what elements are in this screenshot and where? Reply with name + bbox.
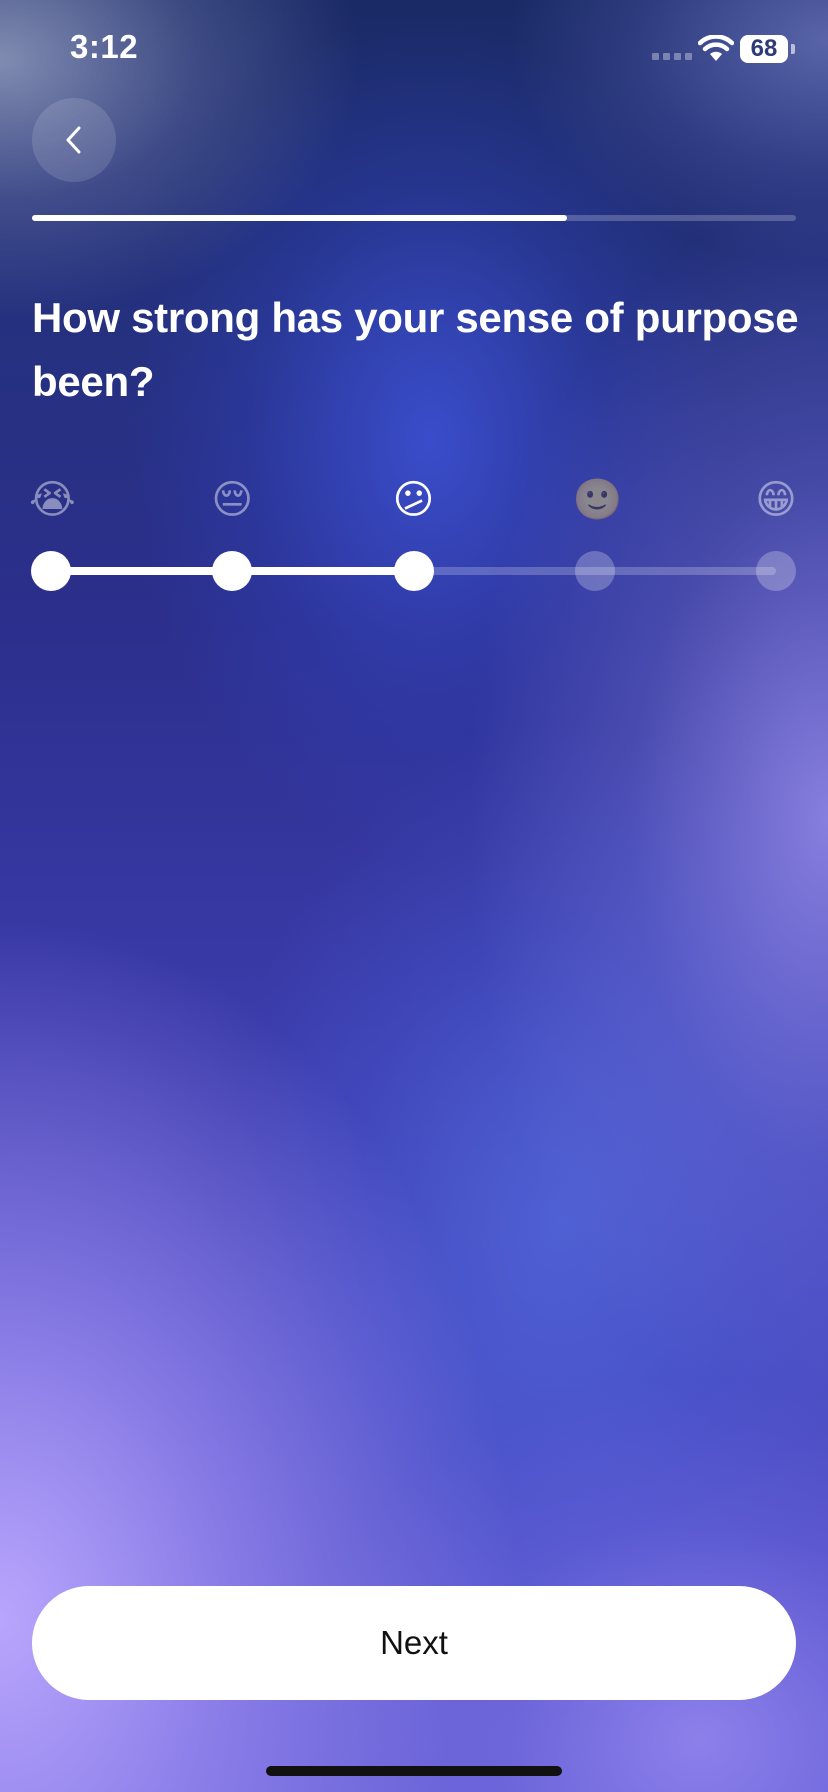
scale-option-1[interactable] xyxy=(31,551,71,591)
signal-icon xyxy=(652,53,692,60)
pensive-face-icon[interactable]: 😔 xyxy=(210,478,254,522)
home-indicator xyxy=(266,1766,562,1776)
status-bar: 3:12 68 xyxy=(0,0,828,100)
next-button[interactable]: Next xyxy=(32,1586,796,1700)
slightly-smiling-face-icon[interactable]: 🙂 xyxy=(573,478,623,522)
scale-option-3[interactable] xyxy=(393,551,434,591)
progress-fill xyxy=(32,215,567,221)
back-button[interactable] xyxy=(32,98,116,182)
progress-bar xyxy=(32,215,796,221)
loudly-crying-face-icon[interactable]: 😭 xyxy=(29,478,76,522)
question-title: How strong has your sense of purpose bee… xyxy=(32,294,799,405)
battery-icon: 68 xyxy=(740,35,788,63)
scale-option-4[interactable] xyxy=(574,551,615,591)
status-time: 3:12 xyxy=(70,28,139,65)
scale-option-5[interactable] xyxy=(756,551,796,591)
confused-face-icon[interactable]: 😕 xyxy=(392,478,436,522)
chevron-left-icon xyxy=(66,126,81,154)
rating-scale: 😭 😔 😕 🙂 😁 xyxy=(0,470,828,600)
battery-tip xyxy=(791,44,795,54)
beaming-face-icon[interactable]: 😁 xyxy=(754,478,798,522)
scale-option-2[interactable] xyxy=(212,551,253,591)
wifi-icon xyxy=(698,35,734,61)
